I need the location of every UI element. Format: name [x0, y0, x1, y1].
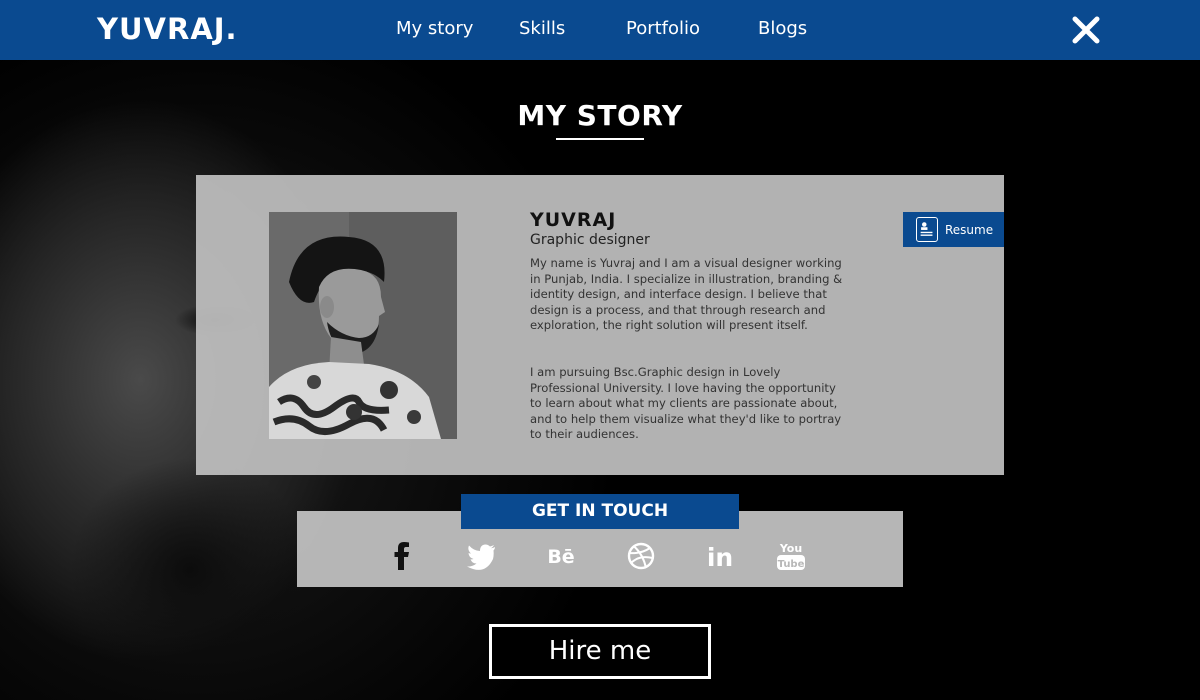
- profile-role: Graphic designer: [530, 232, 650, 248]
- page-title: MY STORY: [517, 99, 683, 132]
- svg-text:You: You: [779, 542, 802, 555]
- svg-text:in: in: [707, 543, 733, 572]
- linkedin-icon[interactable]: in: [704, 540, 736, 572]
- twitter-icon[interactable]: [465, 540, 497, 572]
- dribbble-icon[interactable]: [625, 540, 657, 572]
- document-icon: [916, 217, 938, 242]
- get-in-touch-heading: GET IN TOUCH: [461, 494, 739, 529]
- nav-item-blogs[interactable]: Blogs: [758, 18, 807, 39]
- portrait-illustration: [269, 212, 457, 439]
- nav-item-skills[interactable]: Skills: [519, 18, 565, 39]
- facebook-icon[interactable]: [386, 540, 418, 572]
- resume-label: Resume: [945, 223, 994, 237]
- youtube-icon[interactable]: You Tube: [775, 540, 807, 574]
- top-navigation-bar: YUVRAJ. My story Skills Portfolio Blogs: [0, 0, 1200, 60]
- svg-text:Tube: Tube: [778, 559, 805, 570]
- close-icon[interactable]: [1072, 16, 1100, 44]
- profile-photo: [269, 212, 457, 439]
- hire-me-button[interactable]: Hire me: [489, 624, 711, 679]
- resume-button[interactable]: Resume: [903, 212, 1004, 247]
- story-card: YUVRAJ Graphic designer My name is Yuvra…: [196, 175, 1004, 475]
- title-underline: [556, 138, 644, 140]
- svg-text:Bē: Bē: [547, 546, 574, 568]
- nav-item-portfolio[interactable]: Portfolio: [626, 18, 700, 39]
- nav-item-my-story[interactable]: My story: [396, 18, 473, 39]
- behance-icon[interactable]: Bē: [545, 540, 577, 572]
- profile-name: YUVRAJ: [530, 209, 617, 231]
- brand-logo[interactable]: YUVRAJ.: [97, 12, 238, 46]
- bio-paragraph: My name is Yuvraj and I am a visual desi…: [530, 256, 843, 333]
- bio-paragraph: I am pursuing Bsc.Graphic design in Love…: [530, 365, 842, 442]
